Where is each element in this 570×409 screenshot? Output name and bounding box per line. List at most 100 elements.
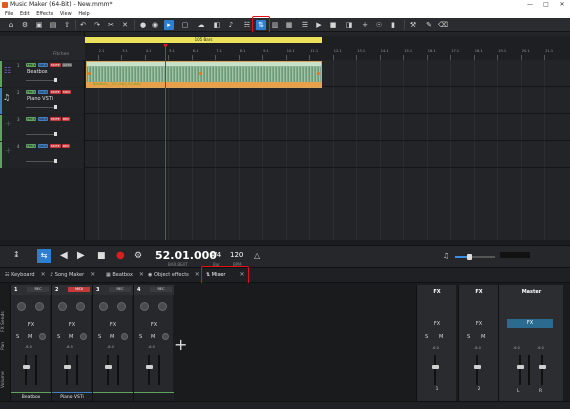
mixer-icon[interactable]: ⇅ — [256, 20, 266, 30]
record-icon[interactable]: ● — [116, 250, 125, 262]
fader-cap[interactable] — [23, 365, 30, 369]
fx-button[interactable]: FX — [417, 321, 457, 327]
track-volume-knob[interactable] — [54, 105, 57, 109]
master-fx-button[interactable]: FX — [507, 319, 553, 328]
export-icon[interactable]: ⇧ — [62, 20, 72, 30]
mute-button[interactable]: M — [481, 334, 485, 340]
loop-icon[interactable]: ⇆ — [37, 249, 51, 263]
send-knob[interactable] — [17, 302, 26, 311]
channel-name[interactable]: Beatbox — [11, 392, 51, 401]
record-icon[interactable]: ◉ — [150, 20, 160, 30]
tempo-display[interactable]: 120 — [230, 251, 243, 259]
track-chip-ffr-4[interactable]: FFR 4 — [26, 90, 37, 94]
add-object-icon[interactable]: ● — [138, 20, 148, 30]
rec-button[interactable]: REC — [150, 287, 172, 292]
volume-fader[interactable] — [25, 355, 27, 385]
volume-fader[interactable] — [66, 355, 68, 385]
close-tab-icon[interactable]: ✕ — [239, 271, 244, 278]
menu-effects[interactable]: Effects — [36, 10, 53, 18]
pan-knob[interactable] — [162, 333, 169, 340]
minimize-icon[interactable]: — — [522, 0, 538, 10]
menu-edit[interactable]: Edit — [20, 10, 30, 18]
fx-button[interactable]: FX — [11, 322, 51, 328]
film-icon[interactable]: ▦ — [284, 20, 294, 30]
tab-beatbox[interactable]: ▦ Beatbox ✕ — [106, 270, 144, 280]
volume-fader[interactable] — [476, 355, 478, 385]
track-volume-knob[interactable] — [54, 159, 57, 163]
solo-button[interactable]: S — [139, 334, 142, 340]
track-header[interactable]: ♫ 2 FFR 4 SOLO MUTE MIDI Piano VSTi — [0, 88, 85, 114]
zoom-icon[interactable]: ▢ — [180, 20, 190, 30]
mute-button[interactable]: M — [28, 334, 32, 340]
solo-button[interactable]: S — [425, 334, 428, 340]
track-chip-rec[interactable]: REC — [62, 117, 71, 121]
snap-icon[interactable]: ↨ — [13, 250, 20, 259]
track-header[interactable]: +3 FFR 4 SOLO MUTE REC — [0, 115, 85, 141]
track-header[interactable]: +4 FFR 4 SOLO MUTE REC — [0, 142, 85, 168]
time-signature[interactable]: 4/4 — [210, 251, 221, 259]
track-volume-knob[interactable] — [54, 132, 57, 136]
undo-icon[interactable]: ↶ — [78, 20, 88, 30]
clip-fade-handle[interactable] — [317, 72, 320, 75]
pen-icon[interactable]: ✎ — [424, 20, 434, 30]
track-chip-ffr-4[interactable]: FFR 4 — [26, 144, 37, 148]
fx-button[interactable]: FX — [134, 322, 174, 328]
fader-cap[interactable] — [64, 365, 71, 369]
send-knob[interactable] — [158, 302, 167, 311]
menu-file[interactable]: File — [5, 10, 13, 18]
track-chip-solo[interactable]: SOLO — [38, 90, 49, 94]
list-icon[interactable]: ☰ — [300, 20, 310, 30]
track-name[interactable]: Piano VSTi — [27, 96, 53, 102]
track-row[interactable]: ♫ 2 FFR 4 SOLO MUTE MIDI Piano VSTi — [0, 88, 570, 114]
save-icon[interactable]: ▤ — [48, 20, 58, 30]
metronome-toggle-icon[interactable]: △ — [254, 251, 260, 260]
solo-button[interactable]: S — [467, 334, 470, 340]
fader-cap[interactable] — [432, 365, 439, 369]
clip-fade-handle[interactable] — [88, 72, 91, 75]
home-icon[interactable]: ⌂ — [6, 20, 16, 30]
image-icon[interactable]: ◧ — [212, 20, 222, 30]
stop-icon[interactable]: ■ — [97, 250, 106, 262]
settings-icon[interactable]: ⚒ — [408, 20, 418, 30]
master-fader-left[interactable] — [519, 355, 521, 385]
close-tab-icon[interactable]: ✕ — [90, 271, 95, 278]
rec-button[interactable]: REC — [109, 287, 131, 292]
gear-icon[interactable]: ⚙ — [20, 20, 30, 30]
master-fader-right[interactable] — [541, 355, 543, 385]
playhead[interactable] — [165, 44, 166, 240]
delete-icon[interactable]: ✕ — [120, 20, 130, 30]
redo-icon[interactable]: ↷ — [92, 20, 102, 30]
fx-button[interactable]: FX — [52, 322, 92, 328]
photo-icon[interactable]: ◨ — [344, 20, 354, 30]
erase-icon[interactable]: ⌫ — [438, 20, 448, 30]
track-chip-auto[interactable]: AUTO — [62, 63, 73, 67]
tab-song-maker[interactable]: ♪ Song Maker ✕ — [50, 270, 95, 280]
track-volume-slider[interactable] — [26, 161, 54, 162]
track-chip-solo[interactable]: SOLO — [38, 63, 49, 67]
keyboard-icon[interactable]: ☵ — [242, 20, 252, 30]
master-fader-cap-left[interactable] — [517, 365, 524, 369]
tab-keyboard[interactable]: ☵ Keyboard ✕ — [5, 270, 46, 280]
track-chip-mute[interactable]: MUTE — [50, 117, 61, 121]
send-knob[interactable] — [140, 302, 149, 311]
track-chip-mute[interactable]: MUTE — [50, 144, 61, 148]
position-display[interactable]: 52.01.000 — [155, 249, 217, 262]
mouse-mode-icon[interactable]: ▸ — [164, 20, 174, 30]
send-knob[interactable] — [117, 302, 126, 311]
menu-view[interactable]: View — [60, 10, 72, 18]
mute-button[interactable]: M — [69, 334, 73, 340]
volume-knob[interactable] — [467, 254, 472, 260]
solo-button[interactable]: S — [98, 334, 101, 340]
pan-knob[interactable] — [39, 333, 46, 340]
send-knob[interactable] — [99, 302, 108, 311]
track-volume-slider[interactable] — [26, 80, 54, 81]
menu-help[interactable]: Help — [78, 10, 89, 18]
track-chip-ffr-4[interactable]: FFR 4 — [26, 117, 37, 121]
send-knob[interactable] — [35, 302, 44, 311]
track-chip-ffr-4[interactable]: FFR 4 — [26, 63, 37, 67]
volume-fader[interactable] — [434, 355, 436, 385]
track-chip-solo[interactable]: SOLO — [38, 117, 49, 121]
track-volume-knob[interactable] — [54, 78, 57, 82]
track-chip-mute[interactable]: MUTE — [50, 63, 61, 67]
track-header[interactable]: ☷ 1 FFR 4 SOLO MUTE AUTO Beatbox — [0, 61, 85, 87]
